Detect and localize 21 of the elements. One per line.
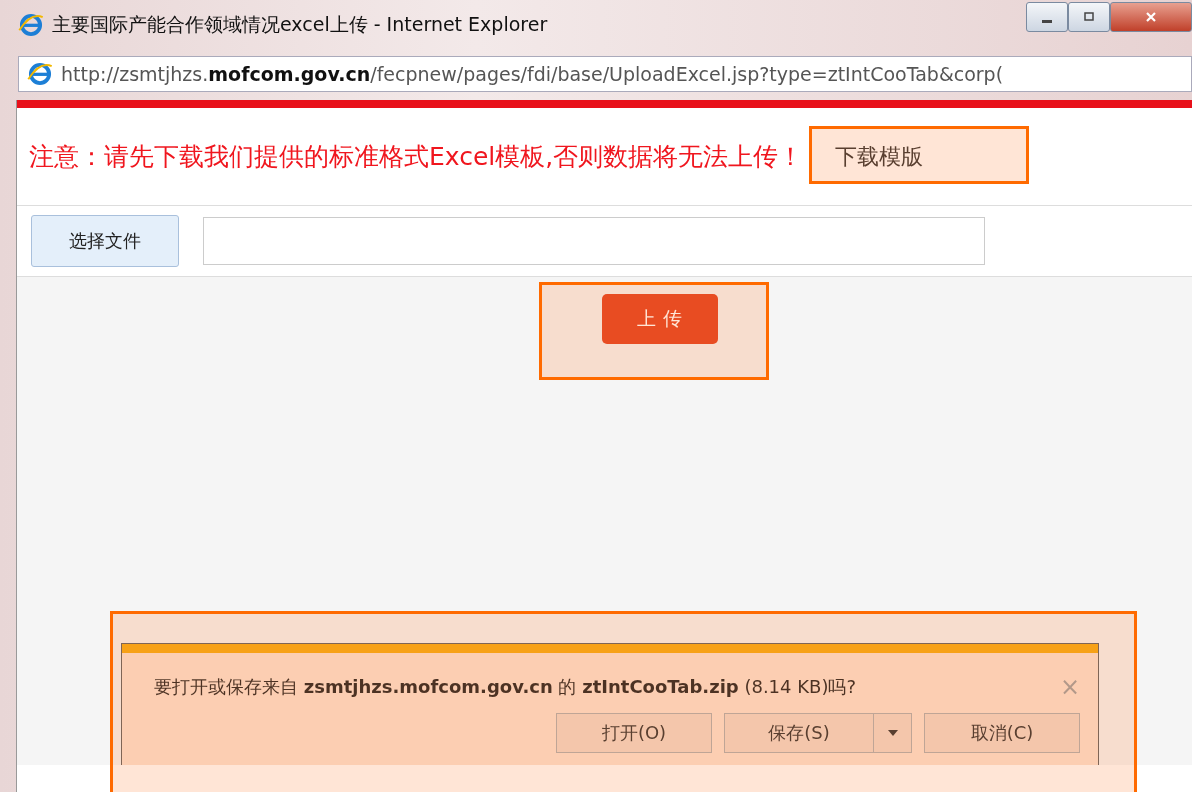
close-icon — [1145, 11, 1157, 23]
save-button[interactable]: 保存(S) — [724, 713, 874, 753]
page-logo-icon — [27, 61, 53, 87]
close-button[interactable] — [1110, 2, 1192, 32]
minimize-button[interactable] — [1026, 2, 1068, 32]
choose-file-button[interactable]: 选择文件 — [31, 215, 179, 267]
window-title: 主要国际产能合作领域情况excel上传 - Internet Explorer — [52, 12, 548, 37]
dialog-button[interactable]: 取消(C) — [924, 713, 1080, 753]
minimize-icon — [1042, 19, 1052, 23]
dialog-button[interactable]: 打开(O) — [556, 713, 712, 753]
caret-icon — [887, 730, 898, 736]
file-path-field[interactable] — [203, 217, 985, 265]
download-prompt-text: 要打开或保存来自 zsmtjhzs.mofcom.gov.cn 的 ztIntCooTab.zip (8.14 KB)吗? — [154, 675, 856, 699]
save-options-dropdown[interactable] — [874, 713, 912, 753]
address-bar[interactable]: http://zsmtjhzs.mofcom.gov.cn/fecpnew/pages/fdi/base/UploadExcel.jsp?type=ztIntCooTab&corp( — [18, 56, 1192, 92]
maximize-button[interactable] — [1068, 2, 1110, 32]
url-text: http://zsmtjhzs.mofcom.gov.cn/fecpnew/pages/fdi/base/UploadExcel.jsp?type=ztIntCooTab&corp( — [61, 63, 1004, 85]
warning-text: 注意：请先下载我们提供的标准格式Excel模板,否则数据将无法上传！ — [29, 141, 804, 173]
browser-logo-icon — [18, 12, 44, 38]
maximize-icon — [1083, 11, 1095, 23]
download-template-link[interactable]: 下载模版 — [835, 141, 924, 172]
